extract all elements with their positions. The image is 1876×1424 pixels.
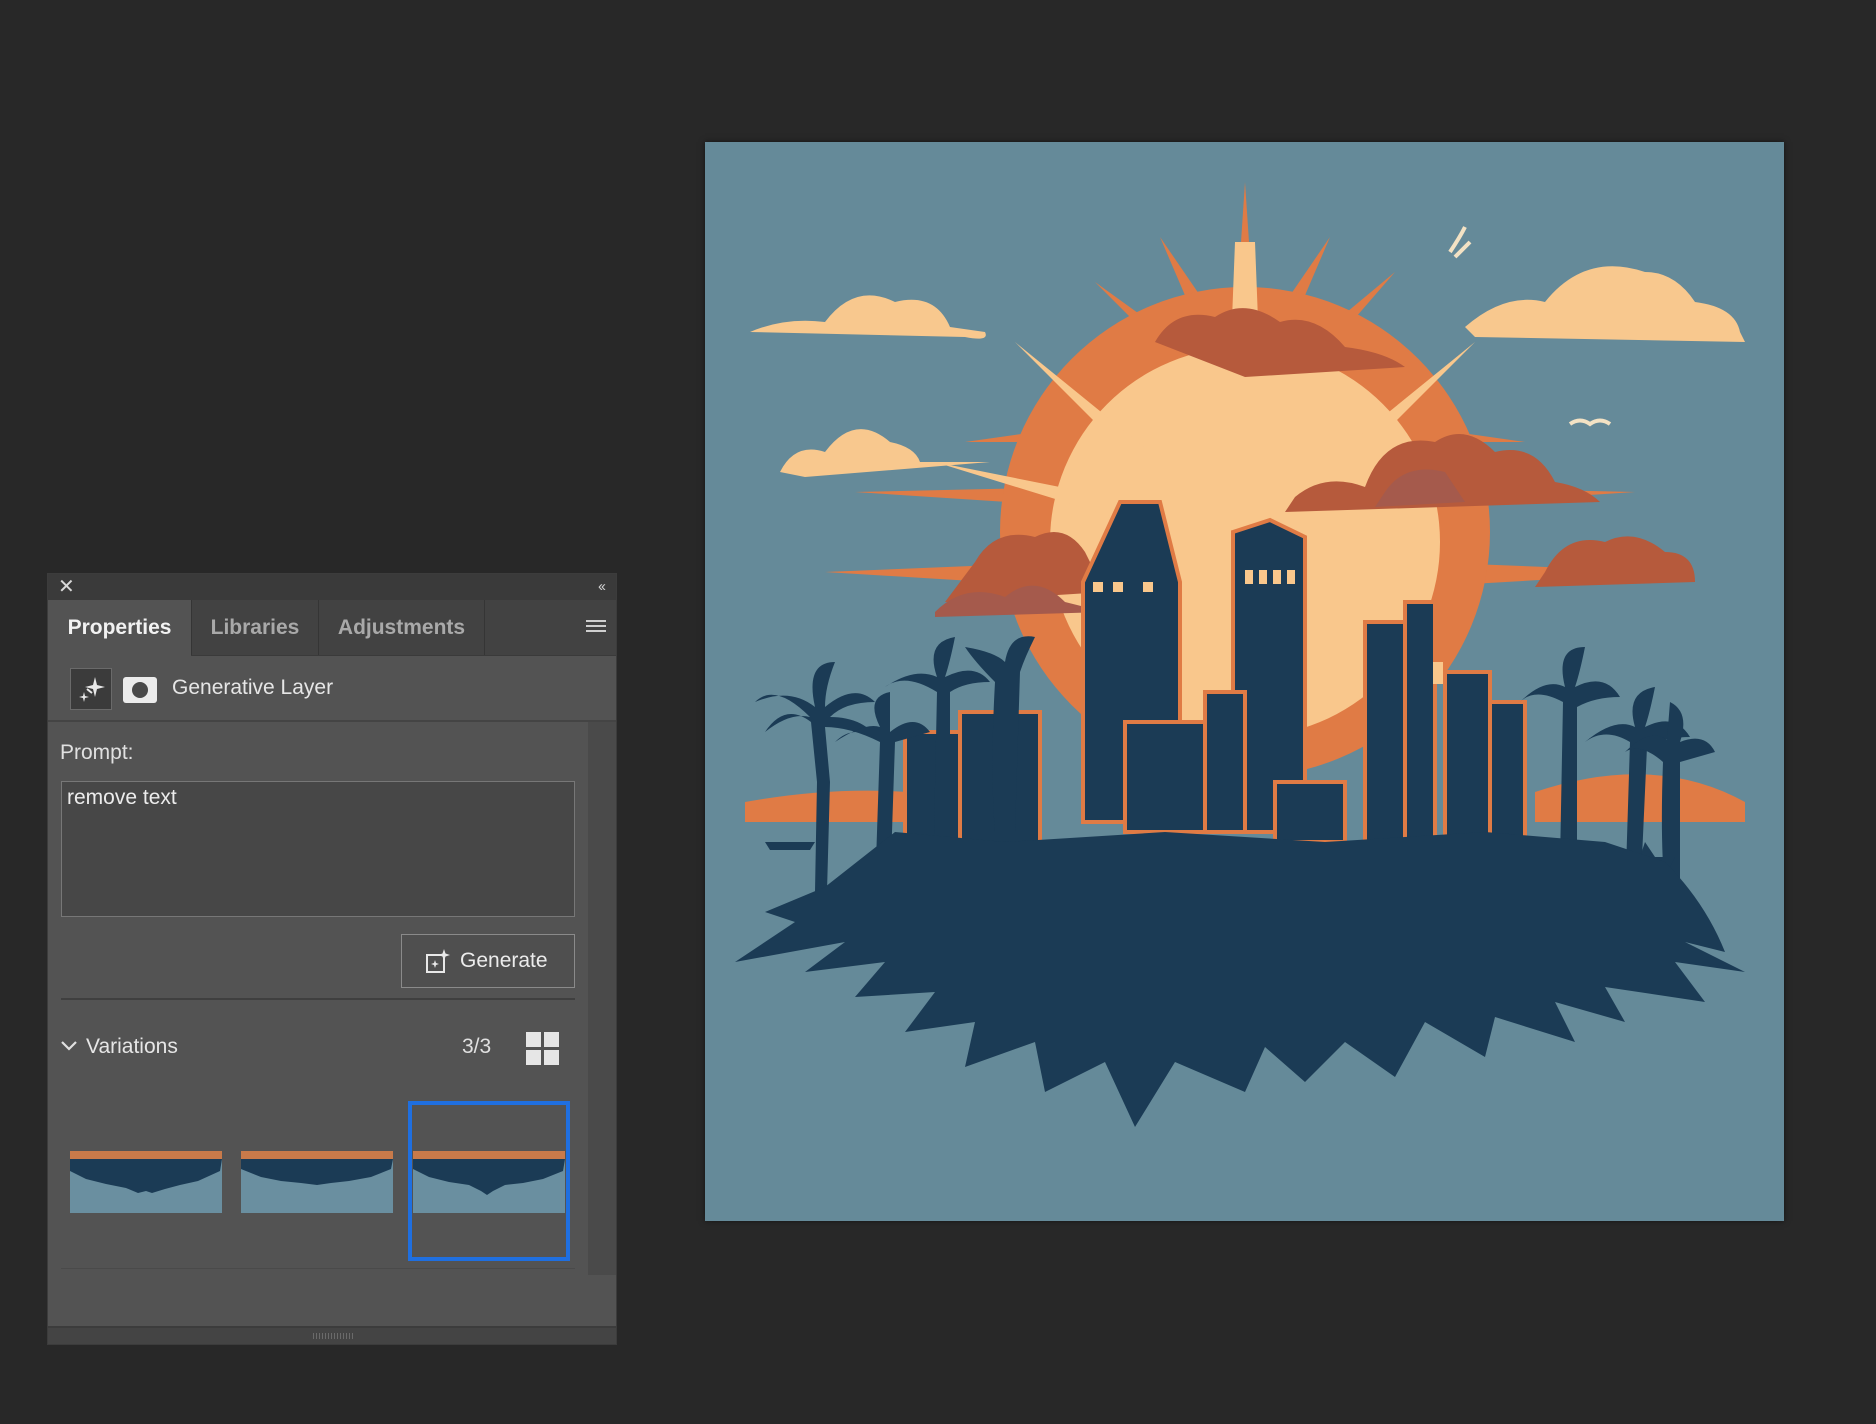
generate-button[interactable]: Generate (401, 934, 575, 988)
panel-tab-bar: Properties Libraries Adjustments (48, 600, 616, 656)
mask-icon[interactable] (123, 677, 157, 703)
variation-selection-outline (408, 1101, 570, 1261)
section-divider (61, 1268, 575, 1269)
variations-count: 3/3 (462, 1035, 492, 1058)
panel-resize-bar[interactable] (48, 1326, 616, 1344)
variation-thumbnail-2[interactable] (241, 1151, 393, 1213)
prompt-label: Prompt: (60, 741, 134, 764)
hamburger-menu-icon[interactable] (586, 620, 606, 634)
panel-title-bar: ✕ ‹‹ (48, 574, 616, 600)
layer-name: Generative Layer (172, 676, 334, 699)
grid-view-icon[interactable] (526, 1032, 560, 1066)
tab-separator (484, 600, 485, 655)
prompt-input[interactable]: remove text (61, 781, 575, 917)
canvas-artwork (705, 142, 1784, 1221)
resize-grip-icon[interactable] (313, 1333, 353, 1339)
section-divider (61, 998, 575, 1000)
tab-properties[interactable]: Properties (48, 600, 191, 656)
variation-thumbnail-1[interactable] (70, 1151, 222, 1213)
panel-scrollbar[interactable] (588, 722, 616, 1275)
sparkle-icon[interactable] (70, 668, 112, 710)
generate-button-label: Generate (460, 949, 548, 972)
tab-adjustments[interactable]: Adjustments (319, 600, 484, 655)
variations-label[interactable]: Variations (86, 1035, 178, 1059)
chevron-down-icon[interactable] (60, 1039, 78, 1053)
layer-info-row: Generative Layer (48, 656, 616, 722)
close-icon[interactable]: ✕ (58, 576, 75, 598)
generate-sparkle-icon (426, 949, 450, 973)
tab-libraries[interactable]: Libraries (192, 600, 318, 655)
properties-panel: ✕ ‹‹ Properties Libraries Adjustments Ge… (47, 573, 617, 1345)
document-canvas[interactable] (705, 142, 1784, 1221)
double-chevron-left-icon[interactable]: ‹‹ (598, 577, 606, 597)
